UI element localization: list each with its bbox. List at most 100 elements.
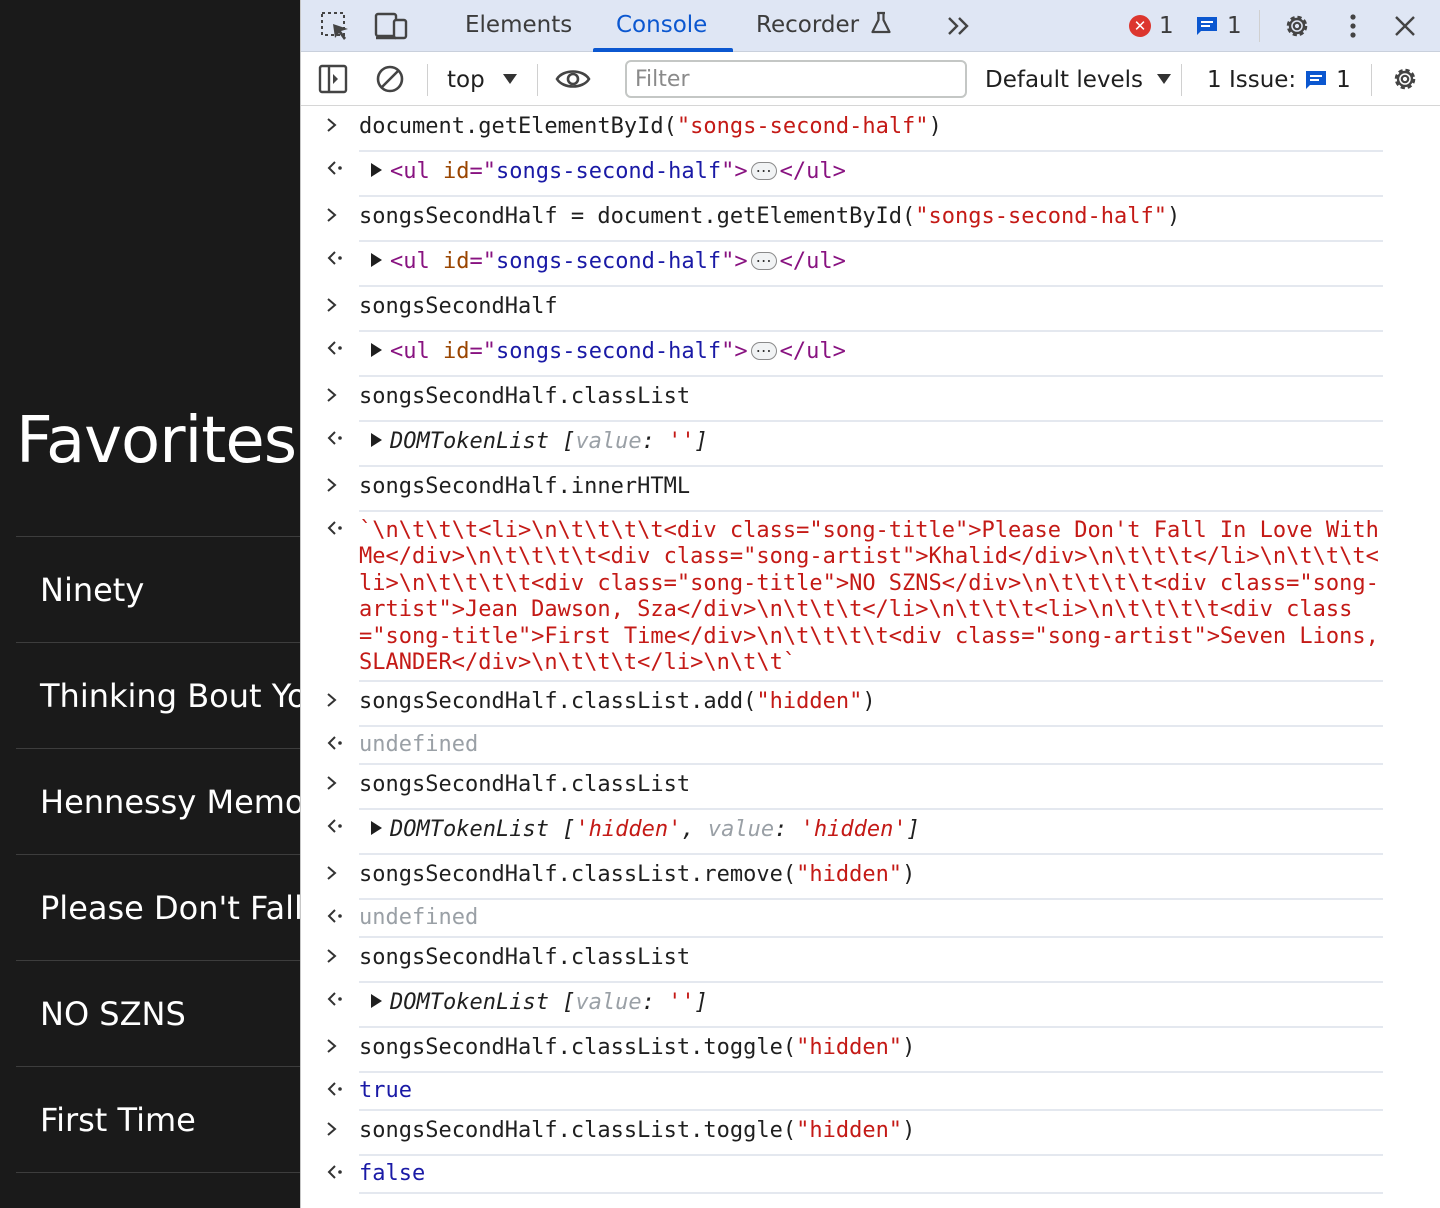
console-output-row[interactable]: <ul id="songs-second-half"></ul> xyxy=(327,332,1383,377)
divider xyxy=(16,1172,300,1173)
console-command: songsSecondHalf.classList.toggle("hidden… xyxy=(359,1118,916,1143)
message-counter[interactable]: 1 xyxy=(1195,12,1242,40)
prompt-chevron-icon xyxy=(325,773,345,799)
console-input-row[interactable]: songsSecondHalf xyxy=(327,287,1383,332)
song-item: Please Don't Fall In Love With Me xyxy=(16,854,300,960)
console-input-row[interactable]: document.getElementById("songs-second-ha… xyxy=(327,107,1383,152)
song-title: Hennessy Memories xyxy=(40,783,300,821)
prompt-chevron-icon xyxy=(325,385,345,411)
page-viewport: Favorites Ninety Thinking Bout You Henne… xyxy=(0,0,300,1208)
log-levels-dropdown[interactable]: Default levels xyxy=(985,64,1172,96)
string-result: `\n\t\t\t<li>\n\t\t\t\t<div class="song-… xyxy=(359,518,1379,676)
more-tabs-icon[interactable] xyxy=(941,8,977,44)
console-input-row[interactable]: songsSecondHalf.classList xyxy=(327,938,1383,983)
issues-count: 1 xyxy=(1336,67,1351,93)
boolean-result: true xyxy=(359,1078,412,1103)
collapsed-children-badge[interactable] xyxy=(750,334,777,360)
song-item: First Time xyxy=(16,1066,300,1172)
console-settings-gear-icon[interactable] xyxy=(1387,61,1423,97)
console-input-row[interactable]: songsSecondHalf.classList xyxy=(327,765,1383,810)
flask-icon xyxy=(871,11,891,34)
object-result: DOMTokenList ['hidden', value: 'hidden'] xyxy=(359,817,920,843)
clear-console-icon[interactable] xyxy=(372,61,408,97)
result-arrow-icon xyxy=(325,1079,345,1105)
issues-label: 1 Issue: xyxy=(1207,67,1297,93)
console-input-row[interactable]: songsSecondHalf.classList.remove("hidden… xyxy=(327,855,1383,900)
boolean-result: false xyxy=(359,1161,426,1186)
console-output-row[interactable]: DOMTokenList [value: ''] xyxy=(327,422,1383,467)
console-output-row[interactable]: <ul id="songs-second-half"></ul> xyxy=(327,152,1383,197)
sidebar-toggle-icon[interactable] xyxy=(315,61,351,97)
console-input-row[interactable]: songsSecondHalf.classList.add("hidden") xyxy=(327,682,1383,727)
console-output-row[interactable]: <ul id="songs-second-half"></ul> xyxy=(327,242,1383,287)
divider xyxy=(1371,64,1372,96)
result-arrow-icon xyxy=(325,816,345,842)
console-output-row[interactable]: false xyxy=(327,1156,1383,1194)
prompt-chevron-icon xyxy=(325,205,345,231)
error-count: 1 xyxy=(1159,13,1174,39)
dropdown-triangle-icon xyxy=(1157,74,1172,84)
prompt-chevron-icon xyxy=(325,1036,345,1062)
settings-gear-icon[interactable] xyxy=(1279,8,1315,44)
undefined-result: undefined xyxy=(359,905,479,930)
console-command: songsSecondHalf.classList.add("hidden") xyxy=(359,689,876,714)
result-arrow-icon xyxy=(325,428,345,454)
error-icon: ✕ xyxy=(1129,15,1151,37)
divider xyxy=(537,64,538,96)
issues-counter[interactable]: 1 Issue: 1 xyxy=(1207,64,1351,96)
context-value: top xyxy=(447,67,485,93)
log-levels-label: Default levels xyxy=(985,67,1144,93)
object-result: DOMTokenList [value: ''] xyxy=(359,429,708,455)
prompt-chevron-icon xyxy=(325,295,345,321)
console-input-row[interactable]: songsSecondHalf.innerHTML xyxy=(327,467,1383,512)
console-output-row[interactable]: undefined xyxy=(327,727,1383,765)
device-toolbar-icon[interactable] xyxy=(373,8,409,44)
element-result: <ul id="songs-second-half"></ul> xyxy=(359,154,846,185)
console-output-row[interactable]: `\n\t\t\t<li>\n\t\t\t\t<div class="song-… xyxy=(327,512,1383,682)
console-output-row[interactable]: true xyxy=(327,1073,1383,1111)
prompt-chevron-icon xyxy=(325,1119,345,1145)
live-expression-eye-icon[interactable] xyxy=(555,61,591,97)
result-arrow-icon xyxy=(325,733,345,759)
prompt-chevron-icon xyxy=(325,863,345,889)
song-item: Thinking Bout You xyxy=(16,642,300,748)
result-arrow-icon xyxy=(325,1162,345,1188)
console-input-row[interactable]: songsSecondHalf.classList.toggle("hidden… xyxy=(327,1111,1383,1156)
dropdown-triangle-icon xyxy=(503,74,518,84)
song-item: Ninety xyxy=(16,536,300,642)
more-options-icon[interactable] xyxy=(1335,8,1371,44)
console-command: songsSecondHalf xyxy=(359,294,558,319)
console-command: songsSecondHalf.classList xyxy=(359,772,691,797)
prompt-chevron-icon xyxy=(325,690,345,716)
console-command: songsSecondHalf.classList xyxy=(359,945,691,970)
collapsed-children-badge[interactable] xyxy=(750,154,777,180)
collapsed-children-badge[interactable] xyxy=(750,244,777,270)
console-input-row[interactable]: songsSecondHalf = document.getElementByI… xyxy=(327,197,1383,242)
console-output-row[interactable]: DOMTokenList ['hidden', value: 'hidden'] xyxy=(327,810,1383,855)
close-icon[interactable] xyxy=(1387,8,1423,44)
console-input-row[interactable]: songsSecondHalf.classList.toggle("hidden… xyxy=(327,1028,1383,1073)
tab-elements[interactable]: Elements xyxy=(465,0,572,52)
divider xyxy=(427,64,428,96)
error-counter[interactable]: ✕ 1 xyxy=(1129,12,1174,40)
element-result: <ul id="songs-second-half"></ul> xyxy=(359,334,846,365)
undefined-result: undefined xyxy=(359,732,479,757)
song-title: Please Don't Fall In Love With Me xyxy=(40,889,300,927)
console-output-row[interactable]: undefined xyxy=(327,900,1383,938)
song-title: First Time xyxy=(40,1101,196,1139)
divider xyxy=(1259,10,1260,42)
tab-console[interactable]: Console xyxy=(616,0,707,52)
console-command: songsSecondHalf.classList.remove("hidden… xyxy=(359,862,916,887)
console-output-row[interactable]: DOMTokenList [value: ''] xyxy=(327,983,1383,1028)
tab-recorder[interactable]: Recorder xyxy=(756,0,892,52)
inspect-element-icon[interactable] xyxy=(317,8,353,44)
prompt-chevron-icon xyxy=(325,946,345,972)
result-arrow-icon xyxy=(325,248,345,274)
message-count: 1 xyxy=(1227,13,1242,39)
context-selector[interactable]: top xyxy=(447,64,518,96)
song-title: Ninety xyxy=(40,571,145,609)
song-title: NO SZNS xyxy=(40,995,186,1033)
filter-input[interactable] xyxy=(625,60,967,98)
console-input-row[interactable]: songsSecondHalf.classList xyxy=(327,377,1383,422)
page-heading: Favorites xyxy=(16,404,297,478)
